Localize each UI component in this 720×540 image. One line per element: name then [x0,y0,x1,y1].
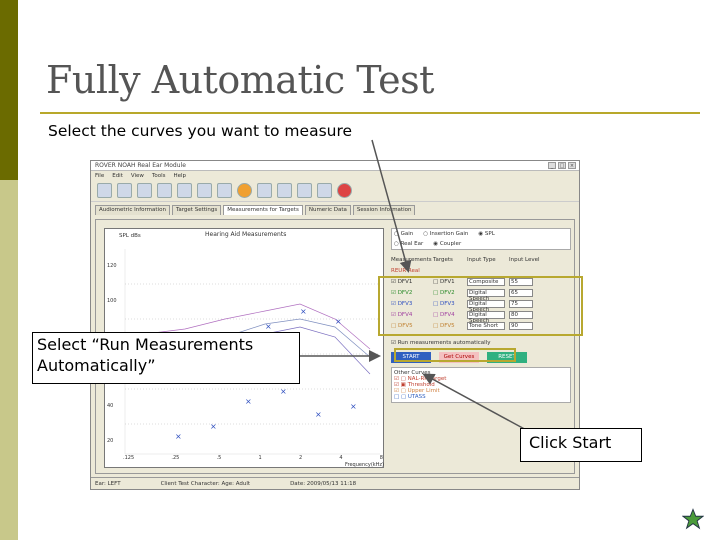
star-icon[interactable] [682,508,704,530]
status-date: Date: 2009/05/13 11:18 [290,480,357,487]
window-controls: _ □ × [548,162,579,169]
svg-text:×: × [315,410,322,419]
maximize-button[interactable]: □ [558,162,566,169]
svg-text:×: × [245,397,252,406]
svg-text:×: × [300,307,307,316]
measurements-highlight [378,276,583,336]
y-tick: 20 [107,438,114,444]
slide-subtitle: Select the curves you want to measure [48,122,353,140]
table-icon[interactable] [217,183,232,198]
svg-text:×: × [280,387,287,396]
menu-file[interactable]: File [95,173,104,179]
run-auto-highlight [394,348,516,362]
radio-gain[interactable]: ○ Gain [394,231,413,237]
tab-bar: Audiometric Information Target Settings … [91,202,579,215]
svg-text:×: × [350,402,357,411]
app-window-title: ROVER NOAH Real Ear Module [95,162,186,169]
x-tick: 1 [258,455,262,461]
radio-real-ear[interactable]: ○ Real Ear [394,241,423,247]
new-icon[interactable] [97,183,112,198]
minimize-button[interactable]: _ [548,162,556,169]
menu-bar: File Edit View Tools Help [91,171,579,180]
x-tick: 2 [298,455,303,461]
slide-title: Fully Automatic Test [46,58,434,102]
menu-help[interactable]: Help [174,173,187,179]
help-icon[interactable] [337,183,352,198]
x-axis-label: Frequency(kHz) [345,462,385,468]
col-input-type: Input Type [467,256,496,263]
device-icon[interactable] [317,183,332,198]
x-tick: 8 [379,455,383,461]
menu-view[interactable]: View [131,173,144,179]
tab-measurements[interactable]: Measurements for Targets [223,205,303,215]
x-tick: .125 [123,455,135,461]
display-mode-box: ○ Gain ○ Insertion Gain ◉ SPL ○ Real Ear… [391,228,571,250]
slide-sidebar [0,0,18,540]
close-button[interactable]: × [568,162,576,169]
status-ear: Ear: LEFT [95,480,121,487]
col-measurements: Measurements [391,256,432,263]
y-tick: 120 [107,263,117,269]
open-icon[interactable] [117,183,132,198]
menu-tools[interactable]: Tools [152,173,166,179]
run-auto-label: ☑ Run measurements automatically [391,339,491,346]
tab-session-info[interactable]: Session Information [352,205,416,215]
toolbar [91,180,579,202]
status-bar: Ear: LEFT Client Test Character: Age: Ad… [91,477,579,489]
measurement-label: REUR Real [391,267,420,274]
other-curves-box: Other Curves ☑ ▢ NAL-RP Target ☑ ▣ Thres… [391,367,571,403]
svg-text:×: × [210,422,217,431]
col-input-level: Input Level [509,256,540,263]
svg-text:×: × [175,432,182,441]
save-icon[interactable] [137,183,152,198]
chart-icon[interactable] [197,183,212,198]
y-tick: 100 [107,298,117,304]
radio-insertion-gain[interactable]: ○ Insertion Gain [423,231,468,237]
x-tick: .25 [171,455,180,461]
audio-icon[interactable] [277,183,292,198]
measurement-header: Measurements Targets Input Type Input Le… [391,254,571,265]
x-ticks: .125 .25 .5 1 2 4 8 [123,455,383,461]
radio-coupler[interactable]: ◉ Coupler [433,241,461,247]
x-tick: .5 [216,455,222,461]
radio-spl[interactable]: ◉ SPL [478,231,494,237]
ear-icon[interactable] [297,183,312,198]
run-auto-checkbox[interactable]: ☑ Run measurements automatically [391,337,571,348]
options-icon[interactable] [257,183,272,198]
slide-sidebar-dark [0,0,18,180]
svg-text:×: × [335,317,342,326]
y-tick: 40 [107,403,114,409]
tab-numeric-data[interactable]: Numeric Data [304,205,351,215]
svg-text:×: × [265,322,272,331]
other-curve-item[interactable]: □ ▢ UTASS [394,394,568,400]
measure-icon[interactable] [237,183,252,198]
callout-run-measurements: Select “Run Measurements Automatically” [32,332,300,384]
measurement-row[interactable]: REUR Real [391,265,571,276]
x-tick: 4 [339,455,343,461]
tab-target-settings[interactable]: Target Settings [171,205,222,215]
tab-audiometric[interactable]: Audiometric Information [95,205,170,215]
menu-edit[interactable]: Edit [112,173,123,179]
status-client: Client Test Character: Age: Adult [160,480,251,487]
callout-click-start: Click Start [520,428,642,462]
title-rule [40,112,700,114]
print-icon[interactable] [157,183,172,198]
col-targets: Targets [433,256,453,263]
print-preview-icon[interactable] [177,183,192,198]
app-titlebar: ROVER NOAH Real Ear Module _ □ × [91,161,579,171]
